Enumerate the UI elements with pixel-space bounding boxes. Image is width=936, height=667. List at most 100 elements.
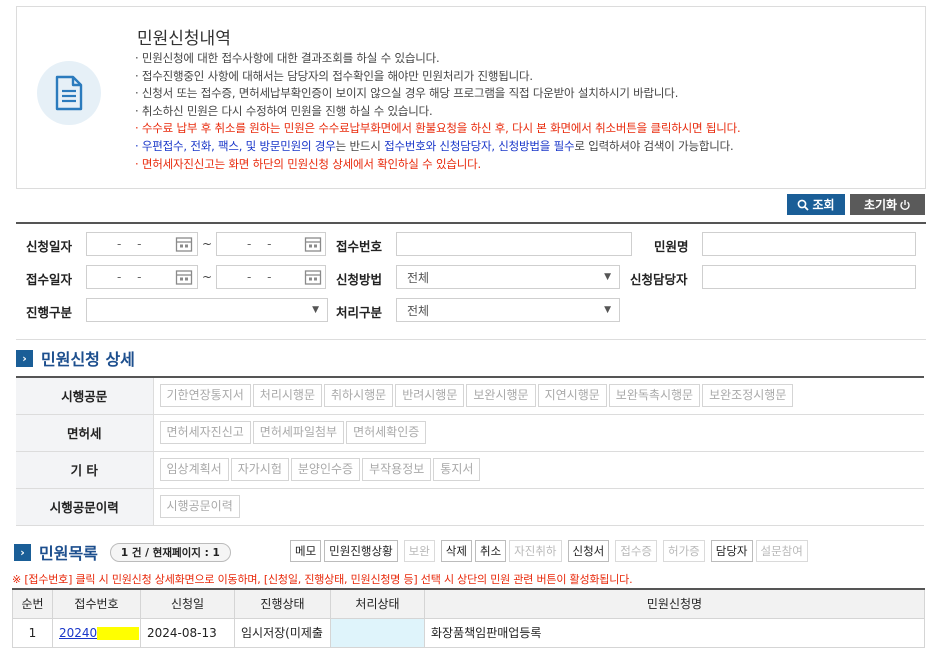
detail-row-header: 시행공문이력 xyxy=(16,488,154,526)
chevron-down-icon: ▼ xyxy=(604,272,611,282)
list-action-button[interactable]: 허가증 xyxy=(663,540,705,562)
date-range-separator: ~ xyxy=(202,270,213,284)
table-row[interactable]: 1 20240 2024-08-13 임시저장(미제출 화장품책임판매업등록 xyxy=(12,617,925,648)
info-title: 민원신청내역 xyxy=(137,29,231,49)
search-button[interactable]: 조회 xyxy=(787,194,845,215)
info-line: · 신청서 또는 접수증, 면허세납부확인증이 보이지 않으실 경우 해당 프로… xyxy=(135,86,679,101)
apply-date-cell[interactable]: 2024-08-13 xyxy=(140,617,235,648)
list-action-button[interactable]: 담당자 xyxy=(710,540,753,562)
detail-doc-button[interactable]: 취하시행문 xyxy=(323,384,394,408)
column-header[interactable]: 민원신청명 xyxy=(424,588,925,619)
list-section-title: › 민원목록 1 건 / 현재페이지 : 1 xyxy=(14,540,231,564)
list-action-button[interactable]: 접수증 xyxy=(615,540,657,562)
method-select[interactable]: 전체 ▼ xyxy=(396,265,620,289)
row-no: 1 xyxy=(12,617,53,648)
info-line: · 민원신청에 대한 접수사항에 대한 결과조회를 하실 수 있습니다. xyxy=(135,51,440,65)
list-count-badge: 1 건 / 현재페이지 : 1 xyxy=(109,542,231,562)
list-action-button[interactable]: 메모 xyxy=(290,540,322,562)
receipt-no-link[interactable]: 20240 xyxy=(59,626,97,640)
detail-doc-button[interactable]: 보완독촉시행문 xyxy=(608,384,701,408)
chevron-right-icon: › xyxy=(16,349,33,367)
list-action-button[interactable]: 보완 xyxy=(403,540,435,562)
detail-doc-button[interactable]: 면허세파일첨부 xyxy=(252,421,345,444)
detail-row-header: 시행공문 xyxy=(16,377,154,415)
calendar-icon[interactable] xyxy=(304,268,322,286)
detail-row-header: 기 타 xyxy=(16,451,154,489)
search-form: 신청일자 - - ~ - - 접수번호 민원명 접수일자 - - ~ - - 신… xyxy=(16,222,926,340)
list-action-button[interactable]: 취소 xyxy=(475,540,507,562)
detail-doc-button[interactable]: 기한연장통지서 xyxy=(159,384,251,408)
detail-doc-button[interactable]: 부작용정보 xyxy=(362,458,432,481)
detail-doc-button[interactable]: 면허세자진신고 xyxy=(159,421,251,444)
detail-doc-button[interactable]: 보완시행문 xyxy=(466,384,536,408)
civil-name-label: 민원명 xyxy=(654,239,689,254)
detail-row-header: 면허세 xyxy=(16,414,154,452)
detail-doc-button[interactable]: 시행공문이력 xyxy=(159,495,240,518)
list-action-button[interactable]: 민원진행상황 xyxy=(324,540,398,562)
process-label: 처리구분 xyxy=(336,305,383,320)
list-action-button[interactable]: 자진취하 xyxy=(509,540,562,562)
detail-doc-button[interactable]: 분양인수증 xyxy=(290,458,361,481)
info-line-required: · 우편접수, 전화, 팩스, 및 방문민원의 경우는 반드시 접수번호와 신청… xyxy=(135,138,734,153)
list-notice: ※ [접수번호] 클릭 시 민원신청 상세화면으로 이동하며, [신청일, 진행… xyxy=(12,573,633,586)
method-select-value: 전체 xyxy=(407,270,430,285)
search-icon xyxy=(798,199,810,211)
info-line-license-tax: · 면허세자진신고는 화면 하단의 민원신청 상세에서 확인하실 수 있습니다. xyxy=(135,156,481,171)
detail-title-text: 민원신청 상세 xyxy=(41,350,135,369)
progress-label: 진행구분 xyxy=(26,305,73,320)
list-action-button[interactable]: 삭제 xyxy=(440,540,472,562)
detail-doc-button[interactable]: 보완조정시행문 xyxy=(702,384,794,408)
calendar-icon[interactable] xyxy=(175,268,193,286)
detail-doc-button[interactable]: 반려시행문 xyxy=(395,384,465,408)
detail-doc-button[interactable]: 면허세확인증 xyxy=(346,421,427,444)
column-header[interactable]: 진행상태 xyxy=(234,588,331,619)
list-action-button[interactable]: 신청서 xyxy=(567,540,610,562)
apply-date-label: 신청일자 xyxy=(26,239,73,254)
receipt-no-input[interactable] xyxy=(396,232,632,256)
list-action-button[interactable]: 설문참여 xyxy=(755,540,808,562)
officer-label: 신청담당자 xyxy=(630,272,688,287)
detail-doc-button[interactable]: 자가시험 xyxy=(230,458,289,481)
officer-input[interactable] xyxy=(702,265,916,289)
civil-list-table: 순번 접수번호 신청일 진행상태 처리상태 민원신청명 1 20240 2024-08-13 임… xyxy=(12,588,925,648)
info-panel: 민원신청내역 · 민원신청에 대한 접수사항에 대한 결과조회를 하실 수 있습… xyxy=(16,6,926,189)
calendar-icon[interactable] xyxy=(304,235,322,253)
detail-table: 시행공문 기한연장통지서 처리시행문 취하시행문 반려시행문 보완시행문 지연시행문 보완독촉… xyxy=(16,376,924,526)
reset-button[interactable]: 초기화 xyxy=(850,194,925,215)
process-select-value: 전체 xyxy=(407,303,430,318)
column-header[interactable]: 신청일 xyxy=(140,588,235,619)
redacted-highlight xyxy=(97,626,140,640)
detail-row: 기 타 임상계획서 자가시험 분양인수증 부작용정보 통지서 xyxy=(16,451,924,489)
info-line: · 취소하신 민원은 다시 수정하여 민원을 진행 하실 수 있습니다. xyxy=(135,103,433,118)
detail-doc-button[interactable]: 지연시행문 xyxy=(537,384,607,408)
method-label: 신청방법 xyxy=(336,272,383,287)
detail-row-buttons: 임상계획서 자가시험 분양인수증 부작용정보 통지서 xyxy=(153,451,924,489)
detail-row: 시행공문 기한연장통지서 처리시행문 취하시행문 반려시행문 보완시행문 지연시행문 보완독촉… xyxy=(16,377,924,415)
date-range-separator: ~ xyxy=(202,237,213,251)
chevron-right-icon: › xyxy=(14,543,31,561)
process-select[interactable]: 전체 ▼ xyxy=(396,298,620,322)
receipt-no-cell[interactable]: 20240 xyxy=(52,617,141,648)
detail-doc-button[interactable]: 통지서 xyxy=(433,458,481,481)
column-header[interactable]: 처리상태 xyxy=(330,588,425,619)
calendar-icon[interactable] xyxy=(175,235,193,253)
power-icon xyxy=(900,199,910,210)
document-icon xyxy=(37,61,101,125)
chevron-down-icon: ▼ xyxy=(312,305,319,315)
detail-doc-button[interactable]: 임상계획서 xyxy=(159,458,229,481)
detail-row-buttons: 면허세자진신고 면허세파일첨부 면허세확인증 xyxy=(153,414,924,452)
receipt-date-label: 접수일자 xyxy=(26,272,73,287)
info-line: · 접수진행중인 사항에 대해서는 담당자의 접수확인을 해야만 민원처리가 진… xyxy=(135,68,533,83)
detail-row-buttons: 기한연장통지서 처리시행문 취하시행문 반려시행문 보완시행문 지연시행문 보완독촉시행문 보… xyxy=(153,377,924,415)
reset-button-label: 초기화 xyxy=(863,198,898,212)
column-header[interactable]: 접수번호 xyxy=(52,588,141,619)
process-status-cell[interactable] xyxy=(330,617,425,648)
civil-name-cell[interactable]: 화장품책임판매업등록 xyxy=(424,617,925,648)
column-header[interactable]: 순번 xyxy=(12,588,53,619)
status-cell[interactable]: 임시저장(미제출 xyxy=(234,617,331,648)
detail-doc-button[interactable]: 처리시행문 xyxy=(252,384,322,408)
chevron-down-icon: ▼ xyxy=(604,305,611,315)
civil-name-input[interactable] xyxy=(702,232,916,256)
search-button-label: 조회 xyxy=(812,198,835,212)
progress-select[interactable]: ▼ xyxy=(86,298,328,322)
